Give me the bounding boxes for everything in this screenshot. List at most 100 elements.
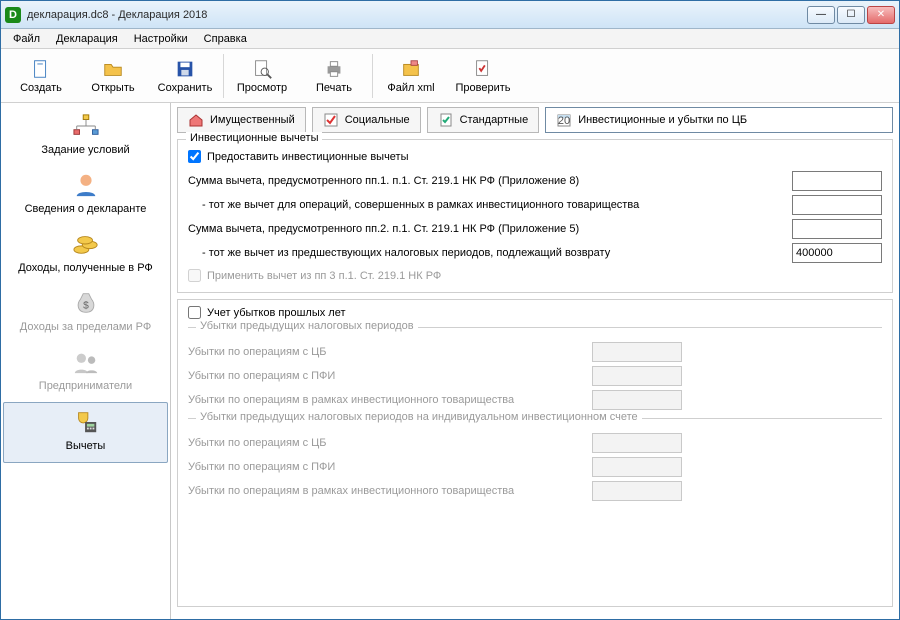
row-iis-losses-pfi: Убытки по операциям с ПФИ xyxy=(188,457,882,477)
row-losses-partnership: Убытки по операциям в рамках инвестицион… xyxy=(188,390,882,410)
field-label: Убытки по операциям в рамках инвестицион… xyxy=(188,394,592,406)
tab-label: Инвестиционные и убытки по ЦБ xyxy=(578,114,747,126)
page-check-icon xyxy=(438,112,454,128)
checkbox-provide-invest[interactable]: Предоставить инвестиционные вычеты xyxy=(188,150,882,163)
print-icon xyxy=(323,58,345,80)
toolbar-separator xyxy=(223,54,224,98)
toolbar-check-label: Проверить xyxy=(455,82,510,94)
input-losses-partnership xyxy=(592,390,682,410)
field-label: - тот же вычет для операций, совершенных… xyxy=(188,199,792,211)
tab-invest[interactable]: 20 Инвестиционные и убытки по ЦБ xyxy=(545,107,893,133)
field-label: Убытки по операциям с ПФИ xyxy=(188,370,592,382)
sidebar-label: Доходы, полученные в РФ xyxy=(5,262,166,274)
row-deduction-pp2: Сумма вычета, предусмотренного пп.2. п.1… xyxy=(188,219,882,239)
check-icon xyxy=(472,58,494,80)
sidebar-item-income-abroad[interactable]: $ Доходы за пределами РФ xyxy=(3,284,168,343)
toolbar-xml-label: Файл xml xyxy=(387,82,434,94)
tab-standard[interactable]: Стандартные xyxy=(427,107,540,133)
maximize-button[interactable]: ☐ xyxy=(837,6,865,24)
checkbox-label: Предоставить инвестиционные вычеты xyxy=(207,151,409,163)
toolbar-save[interactable]: Сохранить xyxy=(149,51,221,101)
toolbar-xml[interactable]: Файл xml xyxy=(375,51,447,101)
field-label: Убытки по операциям с ПФИ xyxy=(188,461,592,473)
sidebar-item-entrepreneur[interactable]: Предприниматели xyxy=(3,343,168,402)
save-icon xyxy=(174,58,196,80)
field-label: Убытки по операциям с ЦБ xyxy=(188,346,592,358)
toolbar-preview-label: Просмотр xyxy=(237,82,287,94)
main-panel: Имущественный Социальные Стандартные 20 … xyxy=(171,103,899,619)
people-icon xyxy=(71,349,101,375)
menu-help[interactable]: Справка xyxy=(198,31,253,47)
sidebar-label: Задание условий xyxy=(5,144,166,156)
sidebar-label: Предприниматели xyxy=(5,380,166,392)
person-icon xyxy=(71,172,101,198)
checkbox-label: Учет убытков прошлых лет xyxy=(207,307,346,319)
checkbox-icon xyxy=(323,112,339,128)
toolbar-print[interactable]: Печать xyxy=(298,51,370,101)
app-icon: D xyxy=(5,7,21,23)
checkbox-apply-pp3-input xyxy=(188,269,201,282)
row-deduction-pp1-partnership: - тот же вычет для операций, совершенных… xyxy=(188,195,882,215)
sidebar-item-declarant[interactable]: Сведения о декларанте xyxy=(3,166,168,225)
tab-property[interactable]: Имущественный xyxy=(177,107,306,133)
tab-label: Имущественный xyxy=(210,114,295,126)
body: Задание условий Сведения о декларанте До… xyxy=(1,103,899,619)
toolbar-check[interactable]: Проверить xyxy=(447,51,519,101)
row-deduction-pp1: Сумма вычета, предусмотренного пп.1. п.1… xyxy=(188,171,882,191)
subgroup-prev-losses: Убытки предыдущих налоговых периодов Убы… xyxy=(188,327,882,418)
input-deduction-pp2[interactable] xyxy=(792,219,882,239)
checkbox-provide-invest-input[interactable] xyxy=(188,150,201,163)
close-button[interactable]: ✕ xyxy=(867,6,895,24)
subgroup-title: Убытки предыдущих налоговых периодов xyxy=(196,320,418,332)
menu-declaration[interactable]: Декларация xyxy=(50,31,124,47)
field-label: Убытки по операциям с ЦБ xyxy=(188,437,592,449)
toolbar-preview[interactable]: Просмотр xyxy=(226,51,298,101)
toolbar-save-label: Сохранить xyxy=(158,82,213,94)
field-label: Сумма вычета, предусмотренного пп.2. п.1… xyxy=(188,223,792,235)
input-deduction-pp1-partnership[interactable] xyxy=(792,195,882,215)
calendar-icon: 20 xyxy=(556,112,572,128)
window-title: декларация.dc8 - Декларация 2018 xyxy=(27,9,807,21)
tab-social[interactable]: Социальные xyxy=(312,107,421,133)
group-title: Инвестиционные вычеты xyxy=(186,132,322,144)
main-window: D декларация.dc8 - Декларация 2018 — ☐ ✕… xyxy=(0,0,900,620)
input-iis-losses-pfi xyxy=(592,457,682,477)
toolbar-open[interactable]: Открыть xyxy=(77,51,149,101)
tree-icon xyxy=(71,113,101,139)
trophy-calc-icon xyxy=(71,409,101,435)
checkbox-apply-pp3: Применить вычет из пп 3 п.1. Ст. 219.1 Н… xyxy=(188,269,882,282)
checkbox-account-losses-input[interactable] xyxy=(188,306,201,319)
svg-text:20: 20 xyxy=(558,115,570,127)
sidebar-label: Доходы за пределами РФ xyxy=(5,321,166,333)
group-investment-deductions: Инвестиционные вычеты Предоставить инвес… xyxy=(177,139,893,293)
sidebar-item-conditions[interactable]: Задание условий xyxy=(3,107,168,166)
field-label: Убытки по операциям в рамках инвестицион… xyxy=(188,485,592,497)
deduction-tabs: Имущественный Социальные Стандартные 20 … xyxy=(177,107,893,133)
row-iis-losses-cb: Убытки по операциям с ЦБ xyxy=(188,433,882,453)
group-losses: Учет убытков прошлых лет Убытки предыдущ… xyxy=(177,299,893,607)
input-deduction-pp2-prev[interactable] xyxy=(792,243,882,263)
row-losses-cb: Убытки по операциям с ЦБ xyxy=(188,342,882,362)
checkbox-account-losses[interactable]: Учет убытков прошлых лет xyxy=(188,306,882,319)
titlebar: D декларация.dc8 - Декларация 2018 — ☐ ✕ xyxy=(1,1,899,29)
row-deduction-pp2-prev: - тот же вычет из предшествующих налогов… xyxy=(188,243,882,263)
coins-icon xyxy=(71,231,101,257)
sidebar-item-deductions[interactable]: Вычеты xyxy=(3,402,168,463)
input-iis-losses-cb xyxy=(592,433,682,453)
checkbox-label: Применить вычет из пп 3 п.1. Ст. 219.1 Н… xyxy=(207,270,441,282)
menu-file[interactable]: Файл xyxy=(7,31,46,47)
input-deduction-pp1[interactable] xyxy=(792,171,882,191)
preview-icon xyxy=(251,58,273,80)
menubar: Файл Декларация Настройки Справка xyxy=(1,29,899,49)
minimize-button[interactable]: — xyxy=(807,6,835,24)
input-losses-pfi xyxy=(592,366,682,386)
svg-text:$: $ xyxy=(83,301,89,312)
row-iis-losses-partnership: Убытки по операциям в рамках инвестицион… xyxy=(188,481,882,501)
toolbar-create[interactable]: Создать xyxy=(5,51,77,101)
field-label: - тот же вычет из предшествующих налогов… xyxy=(188,247,792,259)
tab-label: Социальные xyxy=(345,114,410,126)
sidebar-item-income-rf[interactable]: Доходы, полученные в РФ xyxy=(3,225,168,284)
sidebar: Задание условий Сведения о декларанте До… xyxy=(1,103,171,619)
folder-open-icon xyxy=(102,58,124,80)
menu-settings[interactable]: Настройки xyxy=(128,31,194,47)
